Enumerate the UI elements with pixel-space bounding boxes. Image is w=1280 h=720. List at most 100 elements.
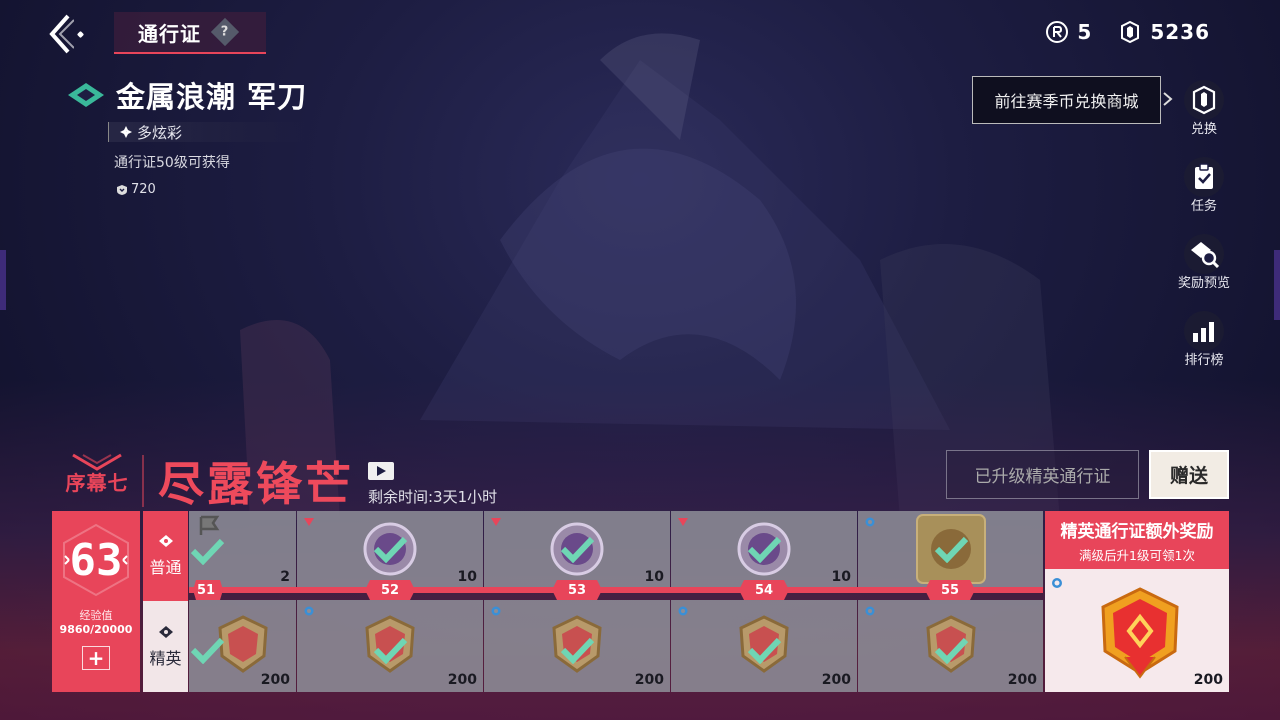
chapter-number: 序幕七 bbox=[58, 453, 136, 496]
xp-value: 9860/20000 bbox=[59, 623, 133, 636]
bonus-qty: 200 bbox=[1193, 672, 1223, 688]
track-labels: 普通 精英 bbox=[143, 511, 188, 692]
reward-cell-elite[interactable]: 200 bbox=[189, 600, 296, 692]
right-decoration bbox=[1274, 250, 1280, 320]
mission-icon bbox=[1195, 163, 1213, 189]
reward-cell-elite[interactable]: 200 bbox=[297, 600, 483, 692]
chevron-left-icon bbox=[49, 14, 74, 54]
elite-bonus-card[interactable]: 精英通行证额外奖励 满级后升1级可领1次 200 bbox=[1045, 511, 1229, 692]
item-price: 720 bbox=[116, 182, 307, 197]
side-item-exchange[interactable]: 兑换 bbox=[1176, 80, 1232, 157]
reward-cell-normal[interactable]: 2 bbox=[189, 511, 296, 589]
claimed-check-icon bbox=[747, 536, 782, 563]
kingdom-credits-balance[interactable]: 5236 bbox=[1118, 20, 1210, 44]
kingdom-credits-icon bbox=[1121, 20, 1140, 44]
reward-cell-elite[interactable]: 200 bbox=[484, 600, 670, 692]
tooltip-arrow-icon bbox=[1163, 92, 1173, 106]
time-remaining: 剩余时间:3天1小时 bbox=[368, 487, 498, 506]
level-card: 63 经验值 9860/20000 + bbox=[52, 511, 140, 692]
radianite-icon bbox=[1046, 21, 1069, 43]
back-button[interactable] bbox=[44, 12, 94, 56]
side-item-reward-preview[interactable]: 奖励预览 bbox=[1176, 234, 1232, 311]
rarity-icon bbox=[304, 518, 314, 526]
reward-qty: 200 bbox=[447, 672, 477, 688]
reward-cell-normal[interactable]: 10 bbox=[671, 511, 857, 589]
level-number: 63 bbox=[69, 534, 123, 586]
left-decoration bbox=[0, 250, 6, 310]
help-icon[interactable]: ? bbox=[210, 17, 240, 47]
reward-level-badge: 51 bbox=[193, 580, 223, 600]
chapter-separator bbox=[142, 455, 144, 507]
radianite-balance[interactable]: 5 bbox=[1045, 20, 1092, 44]
rarity-icon bbox=[865, 606, 875, 616]
claimed-check-icon bbox=[373, 637, 408, 664]
side-item-leaderboard[interactable]: 排行榜 bbox=[1176, 311, 1232, 388]
reward-cell-normal[interactable]: 10 bbox=[297, 511, 483, 589]
claimed-check-icon bbox=[934, 637, 968, 664]
reward-qty: 200 bbox=[634, 672, 664, 688]
side-label-leaderboard: 排行榜 bbox=[1184, 353, 1224, 368]
bonus-subtitle: 满级后升1级可领1次 bbox=[1079, 547, 1195, 563]
bonus-emblem-icon bbox=[1101, 587, 1179, 679]
exchange-icon bbox=[1192, 85, 1216, 115]
radianite-amount: 5 bbox=[1077, 20, 1093, 44]
reward-qty: 10 bbox=[457, 569, 477, 585]
claimed-check-icon bbox=[934, 536, 968, 563]
reward-cell-elite[interactable]: 200 bbox=[858, 600, 1043, 692]
rarity-icon bbox=[304, 606, 314, 616]
side-label-missions: 任务 bbox=[1190, 199, 1217, 214]
shield-price-icon bbox=[117, 184, 127, 195]
tier-tag: 多炫彩 bbox=[108, 122, 306, 142]
rarity-icon bbox=[865, 517, 875, 527]
claimed-check-icon bbox=[190, 637, 225, 664]
reward-qty: 2 bbox=[280, 569, 290, 585]
side-item-missions[interactable]: 任务 bbox=[1176, 157, 1232, 234]
featured-item-info: 金属浪潮 军刀 多炫彩 通行证50级可获得 720 bbox=[66, 74, 307, 197]
claimed-check-icon bbox=[747, 637, 782, 664]
tier-label: 多炫彩 bbox=[137, 123, 183, 142]
chapter-header: 序幕七 尽露锋芒 剩余时间:3天1小时 bbox=[58, 448, 497, 514]
rarity-icon bbox=[491, 606, 501, 616]
currency-bar: 5 5236 bbox=[1045, 20, 1210, 44]
claimed-check-icon bbox=[560, 536, 595, 563]
chapter-number-text: 序幕七 bbox=[65, 470, 129, 495]
gift-button[interactable]: 赠送 bbox=[1149, 450, 1229, 499]
bonus-title: 精英通行证额外奖励 bbox=[1060, 521, 1214, 542]
level-badge: 63 bbox=[61, 523, 131, 597]
reward-qty: 200 bbox=[260, 672, 290, 688]
leaderboard-icon bbox=[1193, 322, 1214, 342]
rarity-icon bbox=[491, 518, 501, 526]
exchange-tooltip: 前往赛季币兑换商城 bbox=[972, 76, 1161, 124]
back-dot bbox=[76, 30, 85, 38]
buy-level-button[interactable]: + bbox=[82, 646, 110, 670]
reward-level-badge: 55 bbox=[925, 580, 975, 600]
featured-item-name: 金属浪潮 军刀 bbox=[116, 80, 308, 114]
tab-battlepass[interactable]: 通行证 ? bbox=[114, 12, 266, 54]
bonus-rarity-icon bbox=[1052, 578, 1062, 588]
reward-cell-normal[interactable] bbox=[858, 511, 1043, 589]
reward-level-badge: 53 bbox=[552, 580, 602, 600]
level-progress-line bbox=[189, 587, 1043, 593]
item-price-value: 720 bbox=[131, 182, 156, 197]
unlock-note: 通行证50级可获得 bbox=[114, 155, 230, 171]
reward-qty: 200 bbox=[1007, 672, 1037, 688]
video-play-icon[interactable] bbox=[368, 461, 394, 480]
kingdom-credits-amount: 5236 bbox=[1150, 20, 1210, 44]
reward-grid: 2 200 10 200 10 200 10 200 200 51 52 53 54 55 bbox=[189, 511, 1043, 692]
claimed-check-icon bbox=[373, 536, 408, 563]
chapter-emblem-icon bbox=[72, 453, 122, 471]
reward-qty: 10 bbox=[644, 569, 664, 585]
track-normal: 普通 bbox=[143, 511, 188, 601]
reward-cell-normal[interactable]: 10 bbox=[484, 511, 670, 589]
side-label-reward-preview: 奖励预览 bbox=[1177, 276, 1230, 291]
rarity-icon bbox=[678, 518, 688, 526]
track-normal-label: 普通 bbox=[149, 558, 182, 577]
tab-battlepass-label: 通行证 bbox=[138, 21, 201, 46]
xp-label: 经验值 bbox=[79, 609, 113, 622]
side-label-exchange: 兑换 bbox=[1190, 122, 1217, 137]
claimed-check-icon bbox=[190, 538, 225, 565]
rarity-icon bbox=[678, 606, 688, 616]
ticket-icon bbox=[158, 535, 173, 547]
reward-cell-elite[interactable]: 200 bbox=[671, 600, 857, 692]
reward-level-badge: 52 bbox=[365, 580, 415, 600]
